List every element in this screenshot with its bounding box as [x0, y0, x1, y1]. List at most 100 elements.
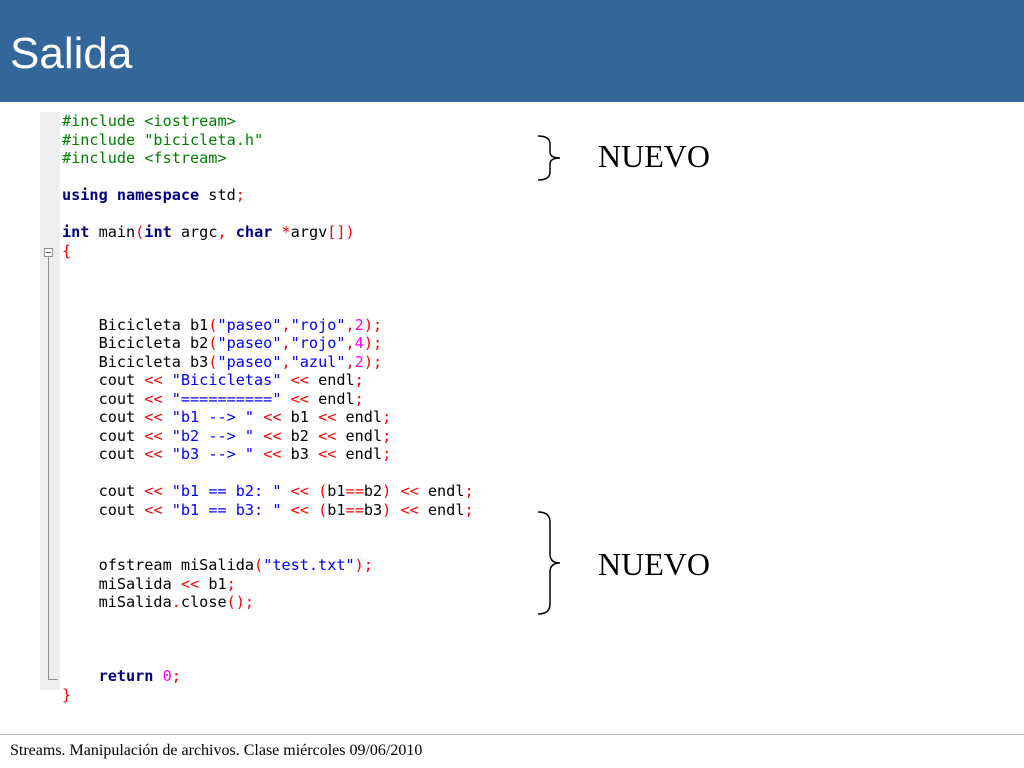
code-token: cout	[62, 482, 145, 500]
code-token: ;	[235, 186, 245, 204]
code-token: ,	[345, 352, 355, 371]
code-token: char	[235, 223, 273, 241]
code-token: "b2 --> "	[171, 426, 255, 445]
code-token: <<	[144, 389, 163, 408]
code-token: endl	[336, 445, 383, 463]
fold-line	[48, 248, 49, 680]
code-line: #include "bicicleta.h"	[62, 131, 474, 150]
code-token: <<	[180, 574, 200, 593]
code-line: cout << "==========" << endl;	[62, 390, 474, 409]
code-token: cout	[62, 426, 145, 445]
code-token: <<	[318, 426, 337, 445]
code-token: close	[180, 593, 227, 611]
code-token: using namespace	[62, 186, 200, 204]
code-token: ==	[345, 482, 364, 500]
code-line: Bicicleta b1("paseo","rojo",2);	[62, 316, 474, 335]
code-token: <<	[144, 482, 163, 500]
code-token: ;	[464, 500, 474, 519]
code-token: "b1 == b2: "	[171, 482, 282, 500]
code-token: "azul"	[290, 352, 346, 371]
code-token: <<	[144, 500, 163, 519]
code-line: return 0;	[62, 667, 474, 686]
code-token: <<	[263, 408, 282, 426]
code-token: #include "bicicleta.h"	[62, 130, 264, 149]
code-line: cout << "b1 --> " << b1 << endl;	[62, 408, 474, 427]
code-line: cout << "b1 == b3: " << (b1==b3) << endl…	[62, 501, 474, 520]
code-token: endl	[336, 408, 383, 426]
code-block: #include <iostream> #include "bicicleta.h…	[62, 112, 474, 704]
code-token: <<	[290, 389, 309, 408]
code-token: 2	[354, 352, 364, 371]
code-line: miSalida.close();	[62, 593, 474, 612]
code-token: ;	[171, 667, 181, 685]
code-token: ,	[281, 352, 291, 371]
code-token: ();	[226, 593, 255, 611]
title-bar: Salida	[0, 0, 1024, 102]
code-token: *	[281, 223, 291, 241]
code-token: [])	[327, 223, 355, 241]
slide-title: Salida	[10, 29, 133, 78]
footer-divider	[0, 734, 1024, 735]
code-token: <<	[318, 445, 337, 463]
code-token: (	[318, 500, 328, 519]
code-token: ;	[226, 574, 236, 593]
code-line: cout << "b1 == b2: " << (b1==b2) << endl…	[62, 482, 474, 501]
code-token: #include <fstream>	[62, 149, 227, 167]
code-token: (	[135, 223, 145, 241]
code-token: cout	[62, 500, 145, 519]
code-token: Bicicleta b3	[62, 352, 209, 371]
slide-footer: Streams. Manipulación de archivos. Clase…	[10, 742, 423, 759]
code-token: ;	[382, 445, 392, 463]
code-token: .	[171, 593, 181, 611]
code-token: ;	[354, 371, 364, 389]
code-token: 0	[162, 667, 172, 685]
code-token: main	[89, 223, 136, 241]
code-token: "=========="	[171, 389, 282, 408]
code-token: b1	[199, 574, 227, 593]
code-token: endl	[336, 426, 383, 445]
code-token: b3	[281, 445, 319, 463]
code-token: ;	[354, 389, 364, 408]
code-token: <<	[263, 445, 282, 463]
code-token: ,	[345, 315, 355, 334]
code-line: #include <iostream>	[62, 112, 474, 131]
annotation-nuevo-bottom: NUEVO	[598, 546, 710, 582]
code-token: ;	[382, 426, 392, 445]
code-token: argv	[290, 223, 328, 241]
code-token: "Bicicletas"	[171, 371, 282, 389]
code-token: );	[354, 556, 373, 574]
code-token: cout	[62, 389, 145, 408]
code-token: ,	[281, 334, 291, 352]
code-token: <<	[144, 426, 163, 445]
code-token: <<	[290, 500, 309, 519]
code-token: int	[144, 223, 172, 241]
code-token: );	[363, 334, 383, 352]
code-token: ,	[217, 223, 227, 241]
code-token: <<	[144, 445, 163, 463]
code-token: ,	[345, 334, 355, 352]
code-token: Bicicleta b1	[62, 315, 209, 334]
code-line: miSalida << b1;	[62, 575, 474, 594]
code-token: ;	[382, 408, 392, 426]
code-token: cout	[62, 408, 145, 426]
code-token: cout	[62, 371, 145, 389]
